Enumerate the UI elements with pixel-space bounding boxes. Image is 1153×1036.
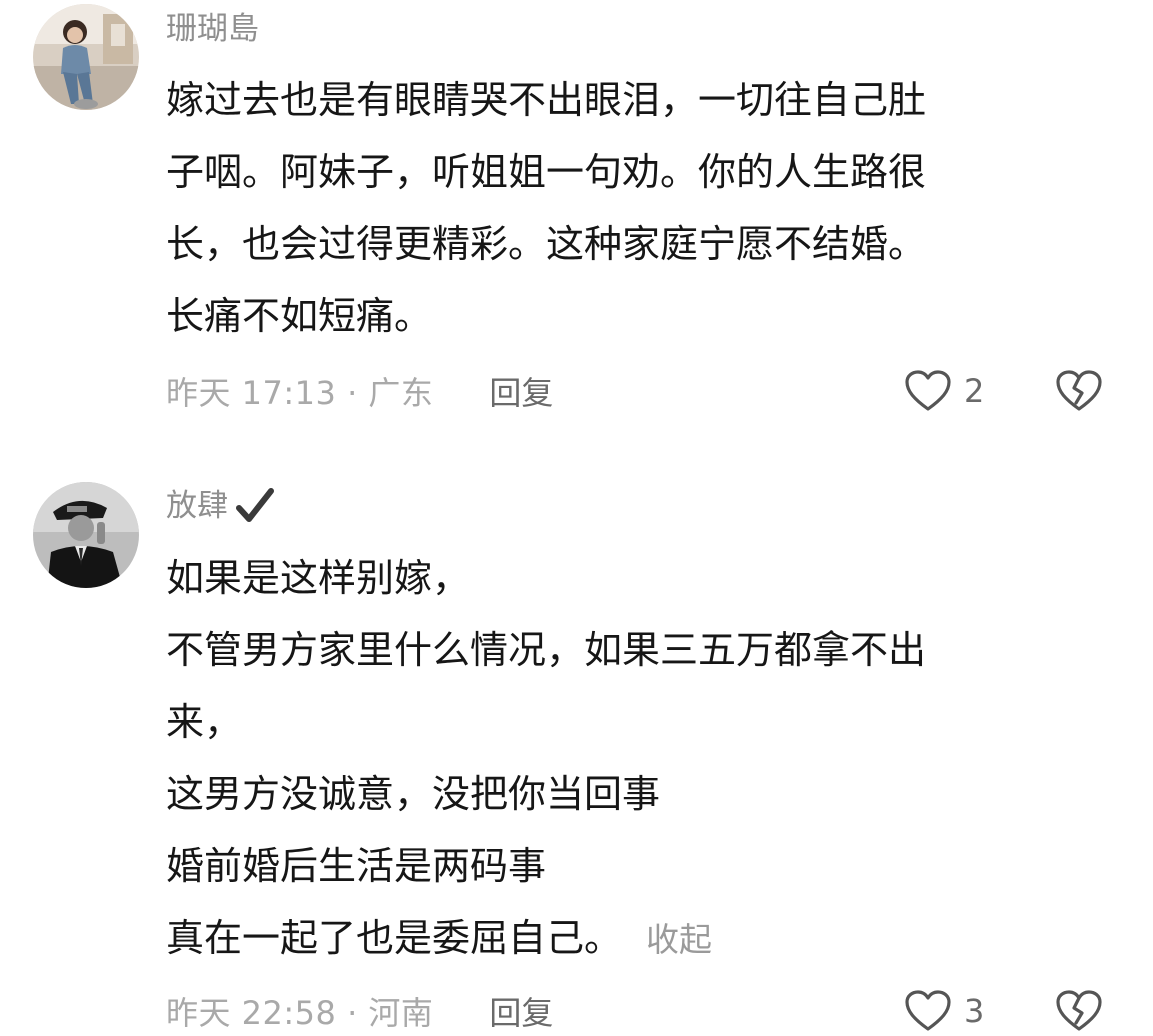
- comment-line: 不管男方家里什么情况，如果三五万都拿不出: [166, 628, 927, 672]
- username-text: 珊瑚島: [166, 11, 259, 47]
- comment-line: 真在一起了也是委屈自己。 收起: [166, 902, 1086, 976]
- broken-heart-icon: [1056, 990, 1102, 1031]
- comment-line-text: 真在一起了也是委屈自己。: [166, 916, 623, 960]
- comment-line: 这男方没诚意，没把你当回事: [166, 772, 661, 816]
- comment-time-location: 昨天 17:13 · 广东: [166, 374, 434, 412]
- like-button[interactable]: 2: [904, 366, 984, 416]
- comment-time-location: 昨天 22:58 · 河南: [166, 994, 434, 1032]
- comment-line: 嫁过去也是有眼睛哭不出眼泪，一切往自己肚: [166, 78, 927, 122]
- comment-item: 放肆 如果是这样别嫁， 不管男方家里什么情况，如果三五万都拿不出 来， 这男方没…: [0, 470, 1153, 1032]
- comment-line: 长，也会过得更精彩。这种家庭宁愿不结婚。: [166, 222, 927, 266]
- comment-line: 如果是这样别嫁，: [166, 556, 471, 600]
- like-count: 2: [964, 372, 985, 410]
- avatar[interactable]: [33, 4, 139, 110]
- like-count: 3: [964, 992, 985, 1030]
- checkmark-icon: [236, 488, 274, 522]
- comment-line: 婚前婚后生活是两码事: [166, 844, 547, 888]
- comment-body: 如果是这样别嫁， 不管男方家里什么情况，如果三五万都拿不出 来， 这男方没诚意，…: [166, 542, 1086, 976]
- comment-meta: 昨天 22:58 · 河南 回复: [166, 986, 553, 1036]
- heart-outline-icon: [905, 370, 951, 411]
- dislike-button[interactable]: [1054, 986, 1104, 1036]
- comment-username[interactable]: 放肆: [166, 486, 276, 526]
- avatar-image: [33, 482, 139, 588]
- comment-body: 嫁过去也是有眼睛哭不出眼泪，一切往自己肚 子咽。阿妹子，听姐姐一句劝。你的人生路…: [166, 64, 1086, 352]
- dislike-button[interactable]: [1054, 366, 1104, 416]
- reply-button[interactable]: 回复: [489, 988, 553, 1034]
- username-text: 放肆: [166, 488, 228, 524]
- comment-item: 珊瑚島 嫁过去也是有眼睛哭不出眼泪，一切往自己肚 子咽。阿妹子，听姐姐一句劝。你…: [0, 0, 1153, 440]
- avatar[interactable]: [33, 482, 139, 588]
- like-button[interactable]: 3: [904, 986, 984, 1036]
- broken-heart-icon: [1056, 370, 1102, 411]
- reply-button[interactable]: 回复: [489, 368, 553, 414]
- avatar-image: [33, 4, 139, 110]
- comment-line: 长痛不如短痛。: [166, 294, 433, 338]
- comment-line: 子咽。阿妹子，听姐姐一句劝。你的人生路很: [166, 150, 927, 194]
- comment-line: 来，: [166, 700, 243, 744]
- comment-username[interactable]: 珊瑚島: [166, 9, 259, 49]
- heart-outline-icon: [905, 990, 951, 1031]
- collapse-button[interactable]: 收起: [646, 920, 712, 959]
- comment-meta: 昨天 17:13 · 广东 回复: [166, 366, 553, 416]
